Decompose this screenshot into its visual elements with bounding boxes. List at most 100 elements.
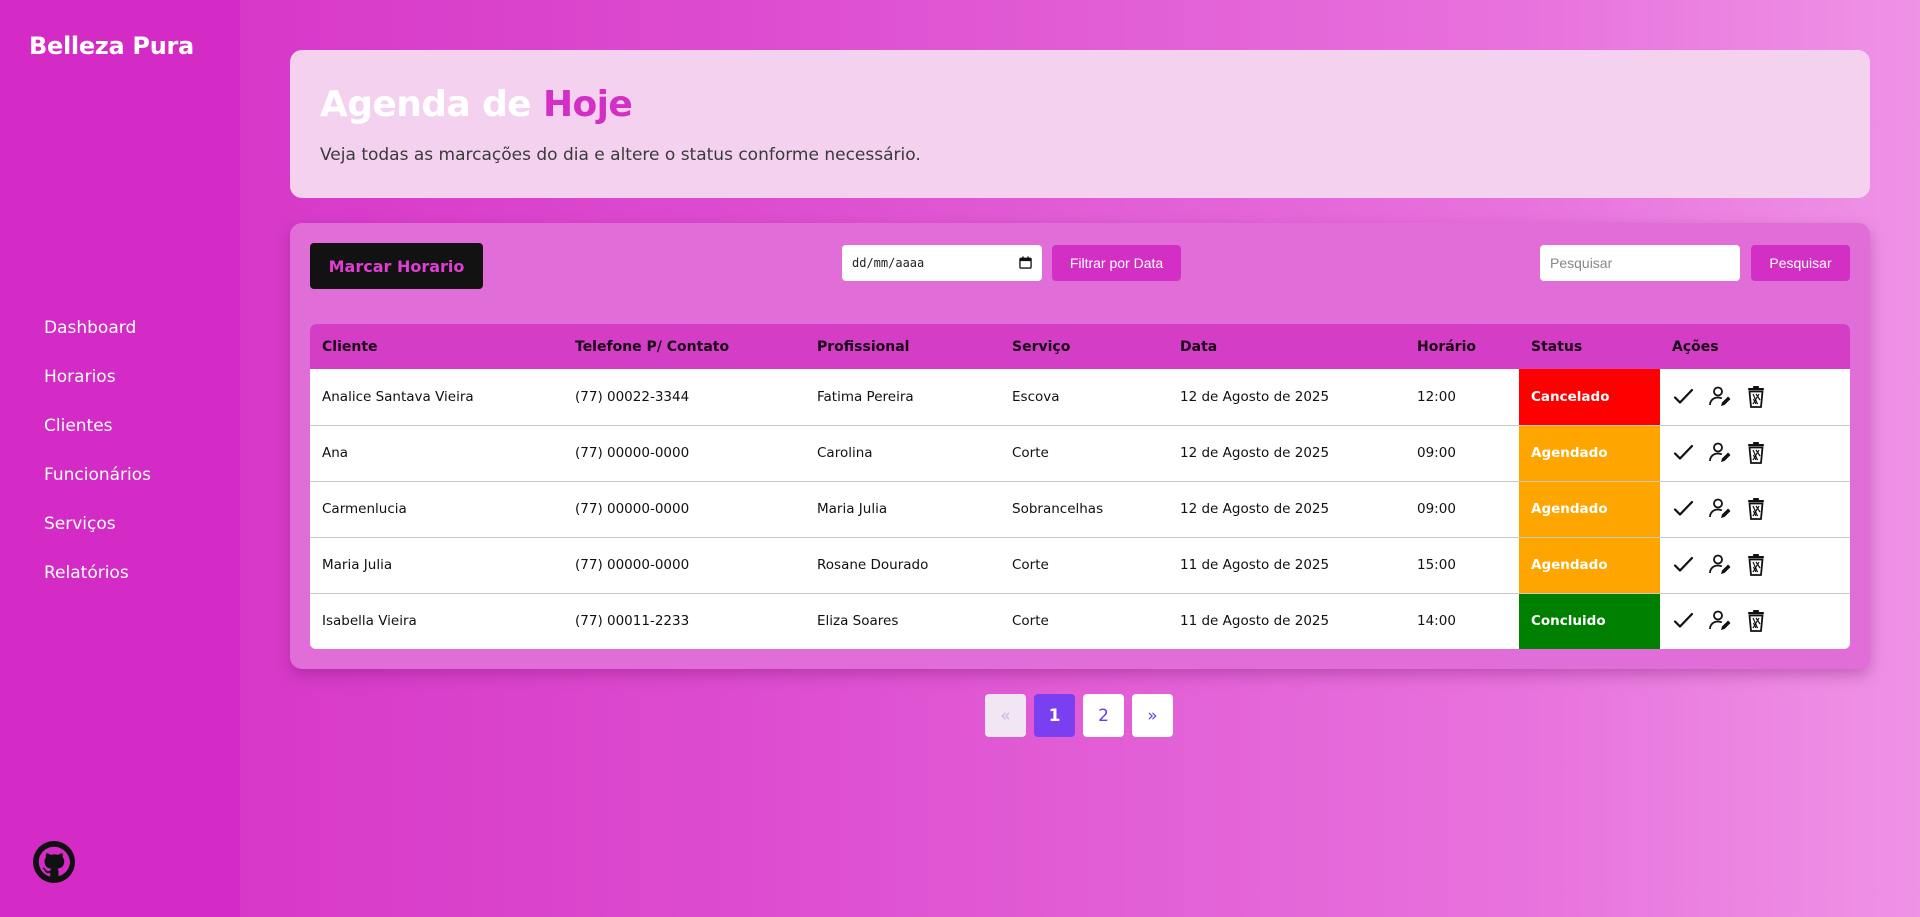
page-title: Agenda de Hoje (320, 84, 633, 125)
trash-icon[interactable] (1744, 441, 1768, 465)
page-title-accent: Hoje (543, 84, 633, 125)
cell-profissional: Maria Julia (817, 501, 888, 517)
table-row[interactable]: Maria Julia (77) 00000-0000 Rosane Dourado… (310, 537, 1850, 593)
status-badge: Concluido (1519, 593, 1660, 649)
table-row[interactable]: Analice Santava Vieira (77) 00022-3344 Fat… (310, 369, 1850, 425)
cell-horario: 12:00 (1417, 388, 1456, 405)
cell-telefone: (77) 00000-0000 (575, 501, 690, 517)
sidebar-item-horarios[interactable]: Horarios (44, 365, 151, 414)
cell-data: 12 de Agosto de 2025 (1180, 388, 1330, 405)
cell-actions (1660, 425, 1850, 481)
column-header-acoes: Ações (1672, 338, 1719, 355)
cell-horario: 14:00 (1417, 613, 1456, 630)
cell-servico: Corte (1012, 613, 1049, 630)
edit-user-icon[interactable] (1708, 385, 1732, 409)
filter-by-date-button[interactable]: Filtrar por Data (1052, 245, 1181, 281)
check-icon[interactable] (1672, 497, 1696, 521)
search-input[interactable] (1540, 245, 1740, 281)
sidebar-item-relatorios[interactable]: Relatórios (44, 561, 151, 610)
cell-cliente: Ana (322, 445, 349, 461)
status-badge: Agendado (1519, 537, 1660, 593)
row-actions (1672, 497, 1850, 521)
table-header-row: Cliente Telefone P/ Contato Profissional… (310, 324, 1850, 369)
pagination: « 1 2 » (985, 694, 1173, 737)
sidebar-item-dashboard[interactable]: Dashboard (44, 316, 151, 365)
appointments-table: Cliente Telefone P/ Contato Profissional… (310, 324, 1850, 649)
cell-actions (1660, 369, 1850, 425)
cell-cliente: Carmenlucia (322, 501, 407, 517)
column-header-horario[interactable]: Horário (1405, 324, 1519, 369)
cell-actions (1660, 537, 1850, 593)
table-row[interactable]: Carmenlucia (77) 00000-0000 Maria Julia Sob… (310, 481, 1850, 537)
cell-profissional: Eliza Soares (817, 613, 899, 630)
cell-servico: Escova (1012, 388, 1060, 405)
appointments-card: Marcar Horario dd/mm/aaaa Filtrar por Da… (290, 223, 1870, 669)
cell-actions (1660, 593, 1850, 649)
cell-data: 12 de Agosto de 2025 (1180, 501, 1330, 517)
column-header-telefone[interactable]: Telefone P/ Contato (563, 324, 805, 369)
date-filter-placeholder: dd/mm/aaaa (852, 256, 925, 270)
cell-actions (1660, 481, 1850, 537)
table-body: Analice Santava Vieira (77) 00022-3344 Fat… (310, 369, 1850, 649)
table-row[interactable]: Isabella Vieira (77) 00011-2233 Eliza Soar… (310, 593, 1850, 649)
check-icon[interactable] (1672, 609, 1696, 633)
edit-user-icon[interactable] (1708, 441, 1732, 465)
column-header-status[interactable]: Status (1519, 324, 1660, 369)
sidebar-item-servicos[interactable]: Serviços (44, 512, 151, 561)
column-header-profissional[interactable]: Profissional (805, 324, 1000, 369)
search-button[interactable]: Pesquisar (1751, 245, 1850, 281)
sidebar-item-clientes[interactable]: Clientes (44, 414, 151, 463)
pagination-next-button[interactable]: » (1132, 694, 1173, 737)
check-icon[interactable] (1672, 553, 1696, 577)
cell-telefone: (77) 00011-2233 (575, 613, 690, 630)
page-title-main: Agenda de (320, 84, 532, 125)
pagination-page-1[interactable]: 1 (1034, 694, 1075, 737)
check-icon[interactable] (1672, 441, 1696, 465)
cell-telefone: (77) 00000-0000 (575, 557, 690, 573)
cell-data: 12 de Agosto de 2025 (1180, 445, 1330, 461)
check-icon[interactable] (1672, 385, 1696, 409)
column-header-data[interactable]: Data (1168, 324, 1405, 369)
trash-icon[interactable] (1744, 385, 1768, 409)
pagination-page-2[interactable]: 2 (1083, 694, 1124, 737)
cell-horario: 15:00 (1417, 557, 1456, 573)
pagination-prev-button[interactable]: « (985, 694, 1026, 737)
cell-data: 11 de Agosto de 2025 (1180, 613, 1330, 630)
edit-user-icon[interactable] (1708, 553, 1732, 577)
cell-profissional: Fatima Pereira (817, 388, 914, 405)
trash-icon[interactable] (1744, 497, 1768, 521)
trash-icon[interactable] (1744, 609, 1768, 633)
cell-data: 11 de Agosto de 2025 (1180, 557, 1330, 573)
table-row[interactable]: Ana (77) 00000-0000 Carolina Corte 12 de Ago… (310, 425, 1850, 481)
column-header-cliente[interactable]: Cliente (310, 324, 563, 369)
row-actions (1672, 385, 1850, 409)
status-badge: Agendado (1519, 425, 1660, 481)
sidebar: Belleza Pura Dashboard Horarios Clientes… (0, 0, 240, 917)
cell-servico: Corte (1012, 557, 1049, 573)
status-badge: Agendado (1519, 481, 1660, 537)
row-actions (1672, 609, 1850, 633)
cell-horario: 09:00 (1417, 445, 1456, 461)
marcar-horario-button[interactable]: Marcar Horario (310, 243, 483, 289)
cell-horario: 09:00 (1417, 501, 1456, 517)
github-icon[interactable] (33, 841, 75, 883)
status-badge: Cancelado (1519, 369, 1660, 425)
page-header-card: Agenda de Hoje Veja todas as marcações d… (290, 50, 1870, 198)
cell-cliente: Analice Santava Vieira (322, 388, 474, 405)
row-actions (1672, 553, 1850, 577)
sidebar-item-funcionarios[interactable]: Funcionários (44, 463, 151, 512)
column-header-servico[interactable]: Serviço (1000, 324, 1168, 369)
cell-profissional: Rosane Dourado (817, 557, 929, 573)
cell-profissional: Carolina (817, 445, 873, 461)
cell-cliente: Maria Julia (322, 557, 393, 573)
brand-logo-text[interactable]: Belleza Pura (29, 32, 194, 60)
trash-icon[interactable] (1744, 553, 1768, 577)
page-subtitle: Veja todas as marcações do dia e altere … (320, 145, 921, 165)
calendar-icon[interactable] (1019, 256, 1032, 269)
edit-user-icon[interactable] (1708, 609, 1732, 633)
cell-cliente: Isabella Vieira (322, 613, 417, 630)
cell-servico: Corte (1012, 445, 1049, 461)
cell-telefone: (77) 00022-3344 (575, 388, 690, 405)
edit-user-icon[interactable] (1708, 497, 1732, 521)
date-filter-input[interactable]: dd/mm/aaaa (842, 245, 1042, 281)
